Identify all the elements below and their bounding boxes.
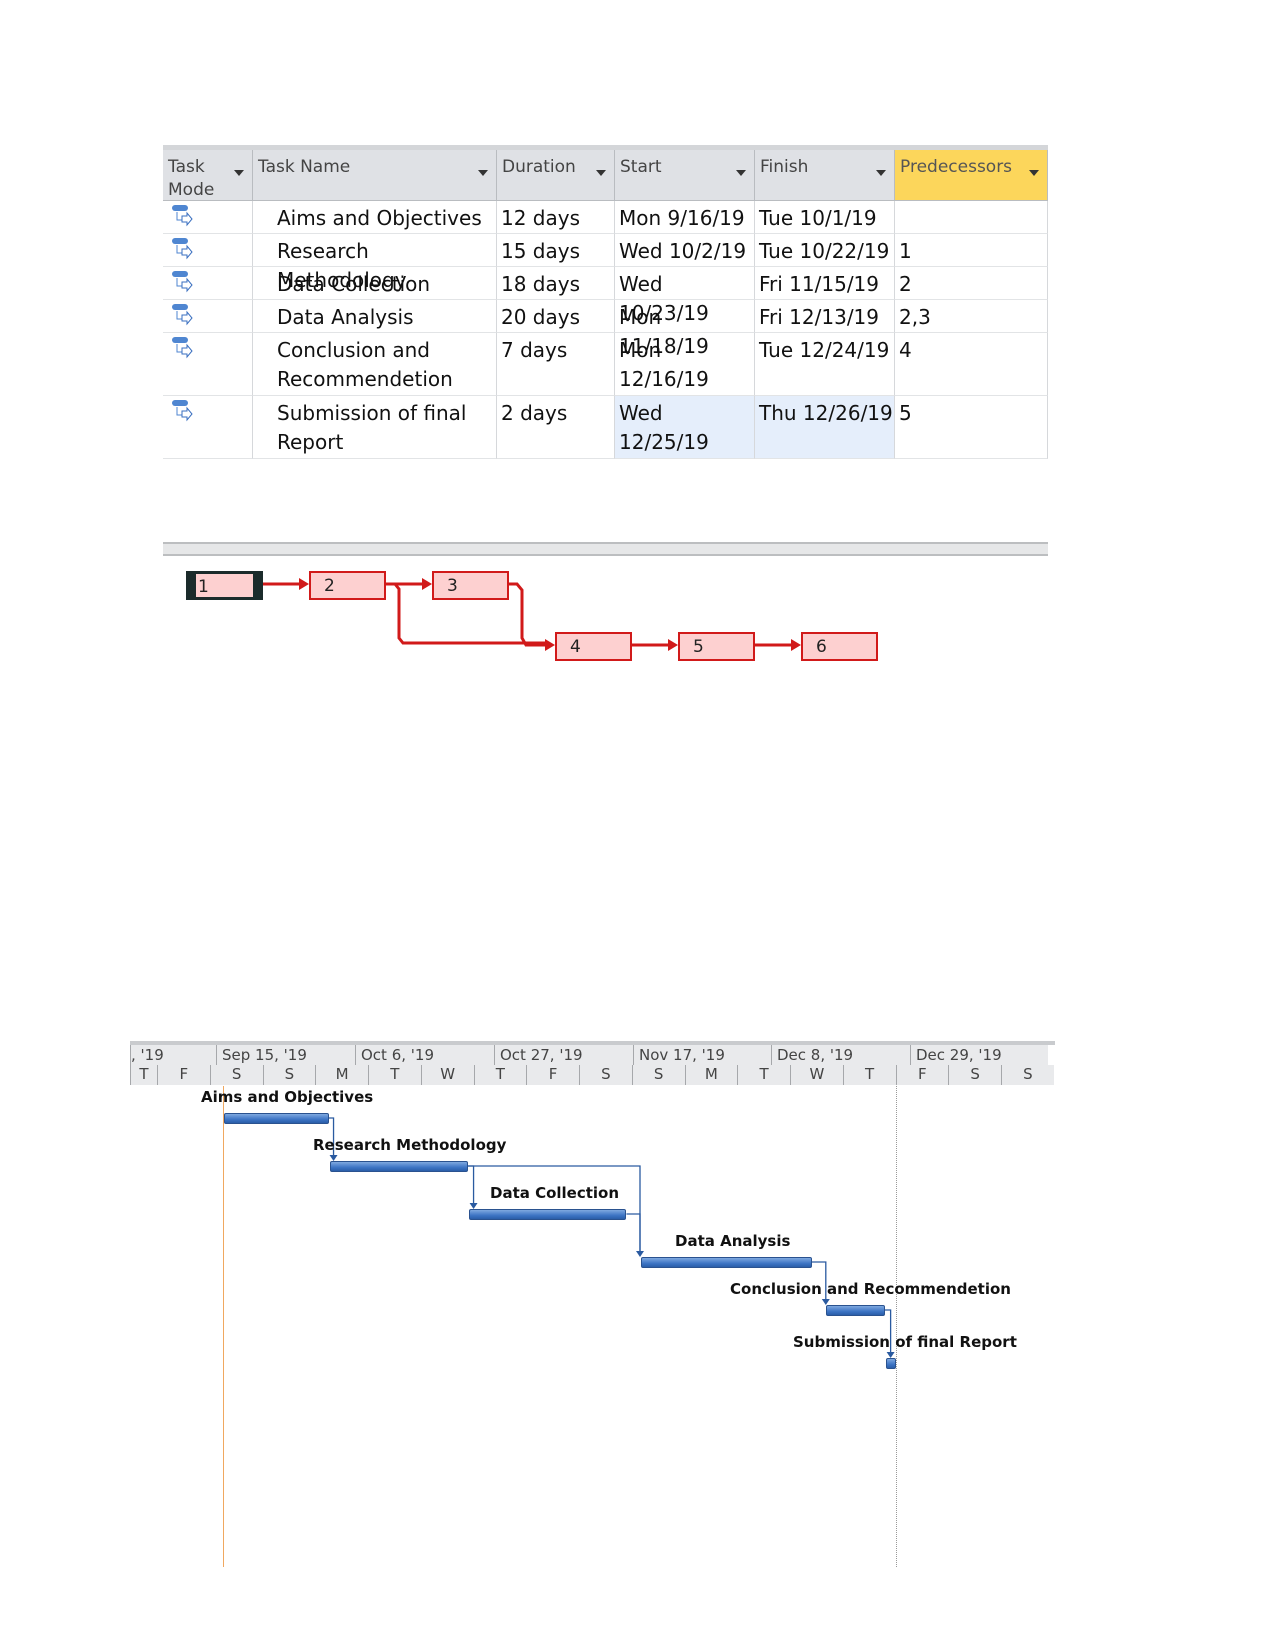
gantt-bar[interactable] [826,1305,885,1316]
gantt-bar[interactable] [640,1257,812,1268]
gantt-bar[interactable] [885,1358,896,1369]
gantt-bar-label: Research Methodology [313,1136,507,1154]
link-3-4 [626,1213,641,1252]
gantt-bar-label: Submission of final Report [793,1333,1017,1351]
gantt-links [328,1117,895,1358]
gantt-bar-label: Aims and Objectives [201,1088,374,1106]
gantt-bar-label: Data Collection [490,1184,620,1202]
gantt-bar[interactable] [329,1161,468,1172]
gantt-bar[interactable] [468,1209,627,1220]
gantt-bar-label: Data Analysis [675,1232,791,1250]
gantt-bar[interactable] [223,1113,329,1124]
document-page: Task Mode Task Name Duration Start Finish… [0,0,1275,1651]
link-2-3 [467,1165,475,1204]
gantt-bar-label: Conclusion and Recommendetion [730,1280,1011,1298]
